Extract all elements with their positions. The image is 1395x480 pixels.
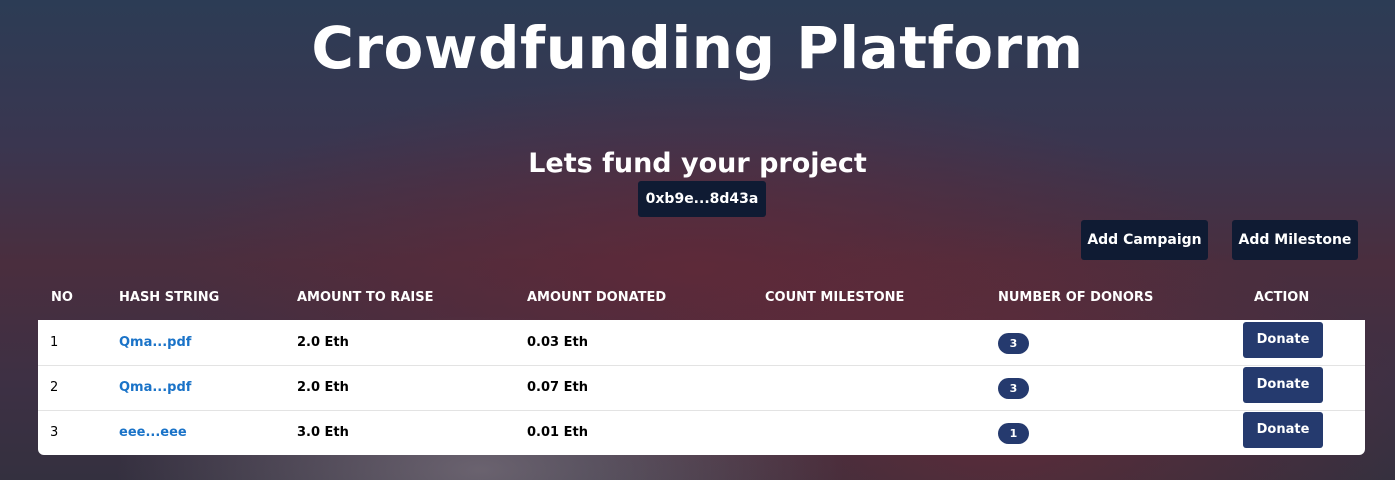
add-milestone-button[interactable]: Add Milestone — [1232, 220, 1358, 260]
amount-donated: 0.01 Eth — [527, 425, 588, 440]
table-row: 2 Qma...pdf 2.0 Eth 0.07 Eth 3 Donate — [38, 365, 1365, 411]
donate-button[interactable]: Donate — [1243, 367, 1323, 403]
page-subtitle: Lets fund your project — [528, 148, 867, 179]
wallet-address-badge[interactable]: 0xb9e...8d43a — [638, 181, 766, 217]
amount-to-raise: 2.0 Eth — [297, 335, 349, 350]
donor-count-badge: 3 — [998, 378, 1029, 399]
table-header: NO HASH STRING AMOUNT TO RAISE AMOUNT DO… — [38, 280, 1365, 320]
column-header-action: ACTION — [1254, 290, 1310, 305]
column-header-amount-donated: AMOUNT DONATED — [527, 290, 667, 305]
column-header-no: NO — [51, 290, 73, 305]
column-header-amount-to-raise: AMOUNT TO RAISE — [297, 290, 434, 305]
donor-count-badge: 1 — [998, 423, 1029, 444]
row-number: 1 — [50, 335, 59, 350]
amount-donated: 0.07 Eth — [527, 380, 588, 395]
column-header-number-of-donors: NUMBER OF DONORS — [998, 290, 1154, 305]
page-title: Crowdfunding Platform — [311, 14, 1084, 82]
donate-button[interactable]: Donate — [1243, 322, 1323, 358]
row-number: 3 — [50, 425, 59, 440]
donate-button[interactable]: Donate — [1243, 412, 1323, 448]
donor-count-badge: 3 — [998, 333, 1029, 354]
column-header-hash-string: HASH STRING — [119, 290, 220, 305]
add-campaign-button[interactable]: Add Campaign — [1081, 220, 1208, 260]
campaign-table-body: 1 Qma...pdf 2.0 Eth 0.03 Eth 3 Donate 2 … — [38, 320, 1365, 455]
amount-to-raise: 3.0 Eth — [297, 425, 349, 440]
hash-string-link[interactable]: Qma...pdf — [119, 365, 191, 410]
hash-string-link[interactable]: Qma...pdf — [119, 320, 191, 365]
table-row: 3 eee...eee 3.0 Eth 0.01 Eth 1 Donate — [38, 410, 1365, 455]
table-row: 1 Qma...pdf 2.0 Eth 0.03 Eth 3 Donate — [38, 320, 1365, 366]
amount-donated: 0.03 Eth — [527, 335, 588, 350]
hash-string-link[interactable]: eee...eee — [119, 410, 187, 455]
column-header-count-milestone: COUNT MILESTONE — [765, 290, 905, 305]
row-number: 2 — [50, 380, 59, 395]
amount-to-raise: 2.0 Eth — [297, 380, 349, 395]
